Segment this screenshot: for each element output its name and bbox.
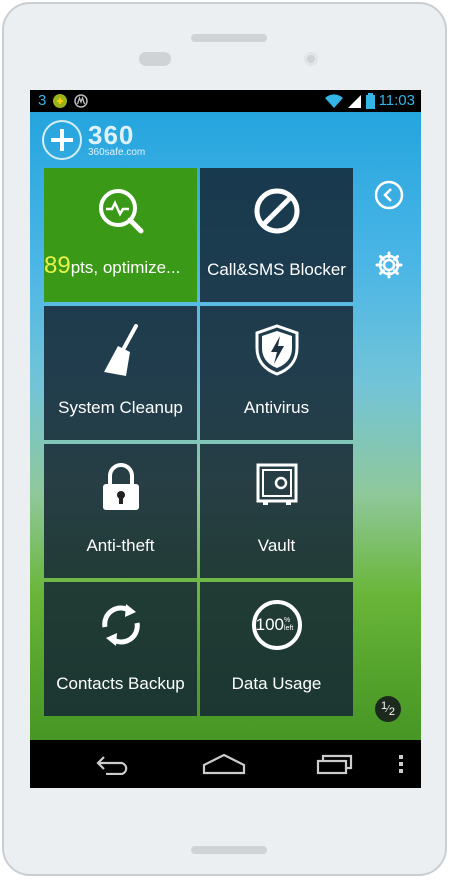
nav-bar [30, 740, 421, 788]
logo-number: 360 [88, 120, 135, 150]
battery-icon [365, 92, 375, 109]
checkup-icon [98, 189, 143, 234]
proximity-sensor [139, 52, 171, 66]
front-camera [304, 52, 318, 66]
score-value: 89 [44, 252, 71, 279]
notification-count: 3 [38, 92, 47, 109]
lock-icon [102, 463, 139, 510]
app-logo: 360 360safe.com [42, 120, 145, 160]
status-time: 11:03 [378, 92, 415, 109]
checkup-label: 89pts, optimize... [44, 252, 197, 280]
gauge-value: 100 [255, 615, 285, 634]
nav-back-icon [96, 756, 128, 775]
antivirus-label: Antivirus [243, 398, 310, 417]
settings-button[interactable] [374, 250, 404, 280]
safe-icon [256, 463, 297, 505]
overflow-menu-icon [399, 755, 403, 773]
logo-plus-icon [42, 120, 82, 160]
tile-vault[interactable]: Vault [200, 444, 353, 578]
tile-anti-theft[interactable]: Anti-theft [44, 444, 197, 578]
tile-system-cleanup[interactable]: System Cleanup [44, 306, 197, 440]
screen: 3 11:03 360 360safe.com 89pts, optimize.… [30, 90, 421, 788]
sync-icon [101, 604, 140, 646]
app-notification-icon [53, 93, 68, 108]
page-current: 1 [381, 700, 388, 712]
gauge-unit: % [284, 617, 291, 624]
status-bar: 3 11:03 [30, 90, 421, 112]
tile-contacts-backup[interactable]: Contacts Backup [44, 582, 197, 716]
motorola-icon [74, 93, 89, 108]
gauge-sub: left [284, 625, 294, 632]
back-circle-icon [374, 180, 404, 210]
logo-site: 360safe.com [88, 147, 146, 158]
broom-icon [103, 324, 138, 376]
data-gauge-icon: 100 % left [251, 600, 302, 650]
data-usage-label: Data Usage [231, 674, 322, 693]
tile-call-sms-blocker[interactable]: Call&SMS Blocker [200, 168, 353, 302]
gear-icon [375, 251, 403, 279]
score-suffix: pts, optimize... [70, 258, 181, 277]
back-button[interactable] [374, 180, 404, 210]
nav-recents-icon [316, 754, 353, 775]
tile-checkup[interactable]: 89pts, optimize... [44, 168, 197, 302]
nav-menu-button[interactable] [386, 750, 416, 778]
tile-antivirus[interactable]: Antivirus [200, 306, 353, 440]
page-indicator[interactable]: 1 ⁄ 2 [375, 696, 401, 722]
block-icon [254, 188, 299, 234]
contacts-backup-label: Contacts Backup [56, 674, 185, 693]
wifi-icon [324, 93, 343, 108]
tile-data-usage[interactable]: 100 % left Data Usage [200, 582, 353, 716]
bottom-speaker [191, 846, 267, 854]
nav-back-button[interactable] [92, 750, 136, 778]
nav-home-button[interactable] [202, 750, 246, 778]
nav-recents-button[interactable] [312, 750, 356, 778]
anti-theft-label: Anti-theft [86, 536, 155, 555]
shield-bolt-icon [255, 324, 298, 376]
cleanup-label: System Cleanup [58, 398, 183, 417]
signal-icon [347, 94, 361, 108]
nav-home-icon [202, 753, 246, 775]
top-speaker [191, 34, 267, 42]
page-total: 2 [388, 706, 395, 718]
vault-label: Vault [257, 536, 296, 555]
blocker-label: Call&SMS Blocker [207, 260, 346, 279]
